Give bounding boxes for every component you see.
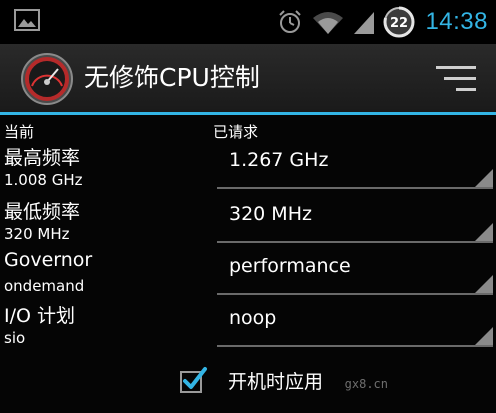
speedometer-icon[interactable] xyxy=(20,52,74,106)
governor-spinner[interactable]: performance xyxy=(217,247,493,295)
picture-icon xyxy=(14,9,40,31)
apply-on-boot-label: 开机时应用 xyxy=(228,370,324,393)
io-scheduler-current: sio xyxy=(4,329,26,347)
io-scheduler-label: I/O 计划 xyxy=(4,305,75,327)
wifi-icon xyxy=(313,12,344,34)
action-bar: 无修饰CPU控制 xyxy=(0,44,496,112)
dropdown-arrow-icon xyxy=(475,275,493,293)
min-freq-value: 320 MHz xyxy=(229,203,312,225)
max-freq-spinner[interactable]: 1.267 GHz xyxy=(217,141,493,189)
app-title: 无修饰CPU控制 xyxy=(84,63,260,92)
max-freq-current: 1.008 GHz xyxy=(4,171,83,189)
status-bar: 22 14:38 xyxy=(0,0,496,44)
battery-icon: 22 xyxy=(383,6,415,38)
alarm-icon xyxy=(279,10,302,33)
status-icons: 22 14:38 xyxy=(269,3,488,41)
watermark: gx8.cn xyxy=(344,377,388,391)
battery-level: 22 xyxy=(390,16,408,31)
app-screen: 22 14:38 无修饰CPU控制 当前 已请求 最高频率 1.008 GHz … xyxy=(0,0,496,413)
current-column-header: 当前 xyxy=(4,123,35,141)
governor-value: performance xyxy=(229,255,351,277)
io-scheduler-spinner[interactable]: noop xyxy=(217,299,493,347)
io-scheduler-value: noop xyxy=(229,307,277,329)
max-freq-label: 最高频率 xyxy=(4,147,81,169)
requested-column-header: 已请求 xyxy=(213,123,259,141)
governor-label: Governor xyxy=(4,249,93,271)
signal-icon xyxy=(354,12,375,34)
menu-button[interactable] xyxy=(436,62,482,96)
clock: 14:38 xyxy=(425,8,488,35)
min-freq-spinner[interactable]: 320 MHz xyxy=(217,195,493,243)
min-freq-current: 320 MHz xyxy=(4,225,70,243)
min-freq-label: 最低频率 xyxy=(4,201,81,223)
apply-on-boot-checkbox[interactable] xyxy=(178,365,208,395)
max-freq-value: 1.267 GHz xyxy=(229,149,329,171)
dropdown-arrow-icon xyxy=(475,223,493,241)
dropdown-arrow-icon xyxy=(475,327,493,345)
governor-current: ondemand xyxy=(4,277,85,295)
dropdown-arrow-icon xyxy=(475,169,493,187)
apply-on-boot-row[interactable]: 开机时应用 xyxy=(178,363,323,397)
cpu-settings-panel: 当前 已请求 最高频率 1.008 GHz 1.267 GHz 最低频率 320… xyxy=(0,115,496,413)
